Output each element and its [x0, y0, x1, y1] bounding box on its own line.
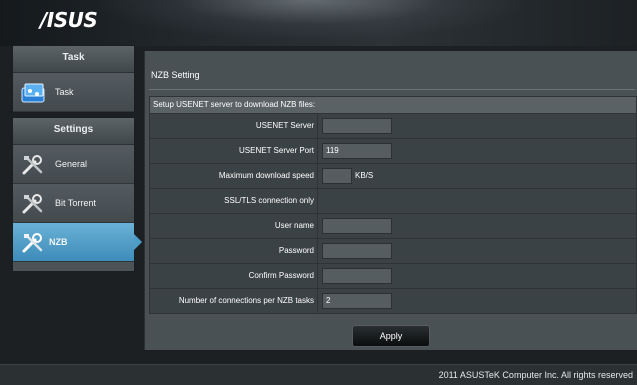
copyright-text: 2011 ASUSTeK Computer Inc. All rights re… [438, 370, 633, 380]
title-divider [149, 89, 635, 90]
sidebar-item-nzb[interactable]: NZB [13, 223, 142, 262]
active-pointer-icon [134, 234, 142, 250]
tools-icon [22, 155, 43, 175]
connections-label: Number of connections per NZB tasks [178, 296, 314, 305]
usenet-port-label: USENET Server Port [239, 146, 314, 155]
table-row: Number of connections per NZB tasks 2 [150, 289, 636, 313]
ssl-tls-label: SSL/TLS connection only [224, 196, 314, 205]
footer: 2011 ASUSTeK Computer Inc. All rights re… [0, 364, 637, 385]
max-download-speed-input[interactable] [322, 168, 352, 184]
top-banner: /ISUS [0, 0, 637, 46]
bottom-strip [0, 350, 637, 364]
sidebar-item-label: General [55, 159, 88, 169]
nzb-settings-form: Setup USENET server to download NZB file… [149, 96, 637, 314]
password-input[interactable] [322, 243, 392, 259]
sidebar-item-task[interactable]: Task [13, 73, 134, 112]
main-panel: NZB Setting Setup USENET server to downl… [144, 51, 637, 350]
confirm-password-label: Confirm Password [248, 271, 314, 280]
table-row: USENET Server Port 119 [150, 139, 636, 164]
user-name-label: User name [274, 221, 314, 230]
usenet-server-label: USENET Server [255, 121, 314, 130]
table-row: Password [150, 239, 636, 264]
page-title: NZB Setting [151, 70, 200, 80]
usenet-server-input[interactable] [322, 118, 392, 134]
form-header: Setup USENET server to download NZB file… [150, 97, 636, 114]
tools-icon [22, 194, 43, 214]
task-header: Task [13, 46, 134, 73]
table-row: USENET Server [150, 114, 636, 139]
asus-logo: /ISUS [40, 8, 98, 32]
task-panel: Task Task [12, 45, 135, 113]
table-row: User name [150, 214, 636, 239]
connections-input[interactable]: 2 [322, 293, 392, 309]
sidebar-item-label: Task [55, 87, 74, 97]
table-row: Maximum download speed KB/S [150, 164, 636, 189]
usenet-port-input[interactable]: 119 [322, 143, 392, 159]
tools-icon [22, 233, 43, 253]
table-row: Confirm Password [150, 264, 636, 289]
speed-unit: KB/S [355, 171, 374, 180]
sidebar-item-label: Bit Torrent [55, 198, 96, 208]
sidebar-item-bit-torrent[interactable]: Bit Torrent [13, 184, 134, 223]
table-row: SSL/TLS connection only [150, 189, 636, 214]
sidebar-item-general[interactable]: General [13, 145, 134, 184]
task-icon [21, 83, 45, 103]
banner-highlight [100, 0, 520, 38]
sidebar-item-label: NZB [49, 237, 68, 247]
settings-header: Settings [13, 118, 134, 145]
settings-panel: Settings General Bit Torrent NZB [12, 117, 142, 272]
apply-button[interactable]: Apply [352, 325, 430, 347]
confirm-password-input[interactable] [322, 268, 392, 284]
user-name-input[interactable] [322, 218, 392, 234]
max-download-speed-label: Maximum download speed [218, 171, 314, 180]
password-label: Password [278, 246, 314, 255]
